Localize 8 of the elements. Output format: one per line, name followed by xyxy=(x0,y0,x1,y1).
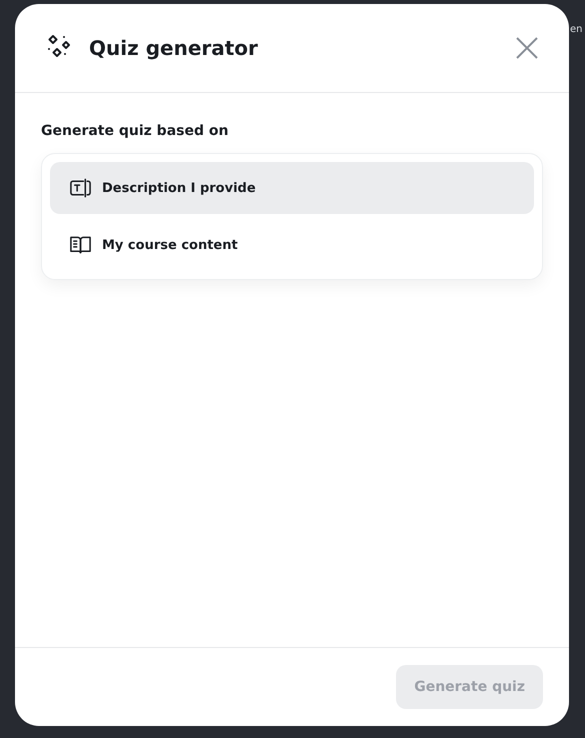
option-item[interactable]: Description I provide xyxy=(50,162,534,214)
book-icon xyxy=(69,235,92,255)
section-label: Generate quiz based on xyxy=(41,123,230,139)
background-text: en xyxy=(570,24,582,35)
dialog-title: Quiz generator xyxy=(89,36,259,60)
close-icon[interactable] xyxy=(515,36,539,60)
option-item[interactable]: My course content xyxy=(50,219,534,271)
text-field-icon xyxy=(69,178,92,198)
